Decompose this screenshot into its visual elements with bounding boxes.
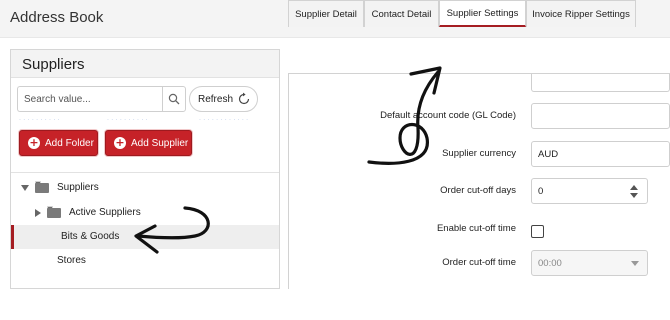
search-icon xyxy=(168,93,180,105)
suppliers-panel-title: Suppliers xyxy=(22,56,85,73)
cutoff-days-label: Order cut-off days xyxy=(440,185,516,196)
add-folder-button[interactable]: + Add Folder xyxy=(19,130,98,156)
cutoff-time-value: 00:00 xyxy=(538,257,562,269)
cutoff-time-select[interactable]: 00:00 xyxy=(531,250,648,276)
refresh-button-label: Refresh xyxy=(198,93,234,105)
cutoff-days-stepper[interactable]: 0 xyxy=(531,178,648,204)
tree-item-label: Suppliers xyxy=(57,182,99,193)
folder-icon xyxy=(47,206,61,218)
add-supplier-button[interactable]: + Add Supplier xyxy=(105,130,192,156)
decrement-icon[interactable] xyxy=(630,192,638,198)
tree-item-suppliers[interactable]: Suppliers xyxy=(11,176,279,200)
currency-select[interactable]: AUD xyxy=(531,141,670,167)
folder-icon xyxy=(35,181,49,193)
ghost-text: . . . . . . . . . . xyxy=(107,115,148,122)
stepper-arrows[interactable] xyxy=(621,179,647,203)
suppliers-panel: Suppliers Refresh . . . . . . . . . . . … xyxy=(10,49,280,289)
suppliers-panel-header: Suppliers xyxy=(11,50,279,78)
caret-right-icon[interactable] xyxy=(35,209,41,217)
plus-circle-icon: + xyxy=(114,136,126,149)
tab-invoice-ripper-settings[interactable]: Invoice Ripper Settings xyxy=(526,0,636,27)
increment-icon[interactable] xyxy=(630,184,638,190)
gl-code-label: Default account code (GL Code) xyxy=(380,110,516,121)
tree-item-label: Bits & Goods xyxy=(61,231,120,242)
tree-item-active-suppliers[interactable]: Active Suppliers xyxy=(11,201,279,225)
enable-cutoff-label: Enable cut-off time xyxy=(436,223,516,234)
add-folder-label: Add Folder xyxy=(45,137,94,149)
cutoff-time-label: Order cut-off time xyxy=(442,257,516,268)
scrolled-field[interactable] xyxy=(531,74,670,92)
chevron-down-icon xyxy=(631,261,639,266)
ghost-text: . . . . . . . . . . xyxy=(19,115,60,122)
search-button[interactable] xyxy=(162,86,186,112)
tab-supplier-detail[interactable]: Supplier Detail xyxy=(288,0,364,27)
gl-code-field[interactable] xyxy=(531,103,670,129)
divider xyxy=(11,172,279,173)
cutoff-days-value: 0 xyxy=(538,185,544,197)
page-title: Address Book xyxy=(10,9,104,26)
tab-contact-detail[interactable]: Contact Detail xyxy=(364,0,439,27)
refresh-button[interactable]: Refresh xyxy=(189,86,258,112)
tree-item-bits-goods[interactable]: Bits & Goods xyxy=(11,225,279,249)
plus-circle-icon: + xyxy=(28,136,40,149)
ghost-text: . . . . . . . . . . . . xyxy=(199,115,249,122)
search-input[interactable] xyxy=(17,86,162,112)
currency-label: Supplier currency xyxy=(442,148,516,159)
tree-item-label: Active Suppliers xyxy=(69,207,141,218)
tree-item-label: Stores xyxy=(57,255,86,266)
currency-value: AUD xyxy=(538,148,559,160)
add-supplier-label: Add Supplier xyxy=(131,137,189,149)
caret-down-icon[interactable] xyxy=(21,185,29,191)
tree-item-stores[interactable]: Stores xyxy=(11,249,279,273)
refresh-icon xyxy=(238,92,250,105)
enable-cutoff-checkbox[interactable] xyxy=(531,225,544,238)
tab-supplier-settings[interactable]: Supplier Settings xyxy=(439,0,526,27)
